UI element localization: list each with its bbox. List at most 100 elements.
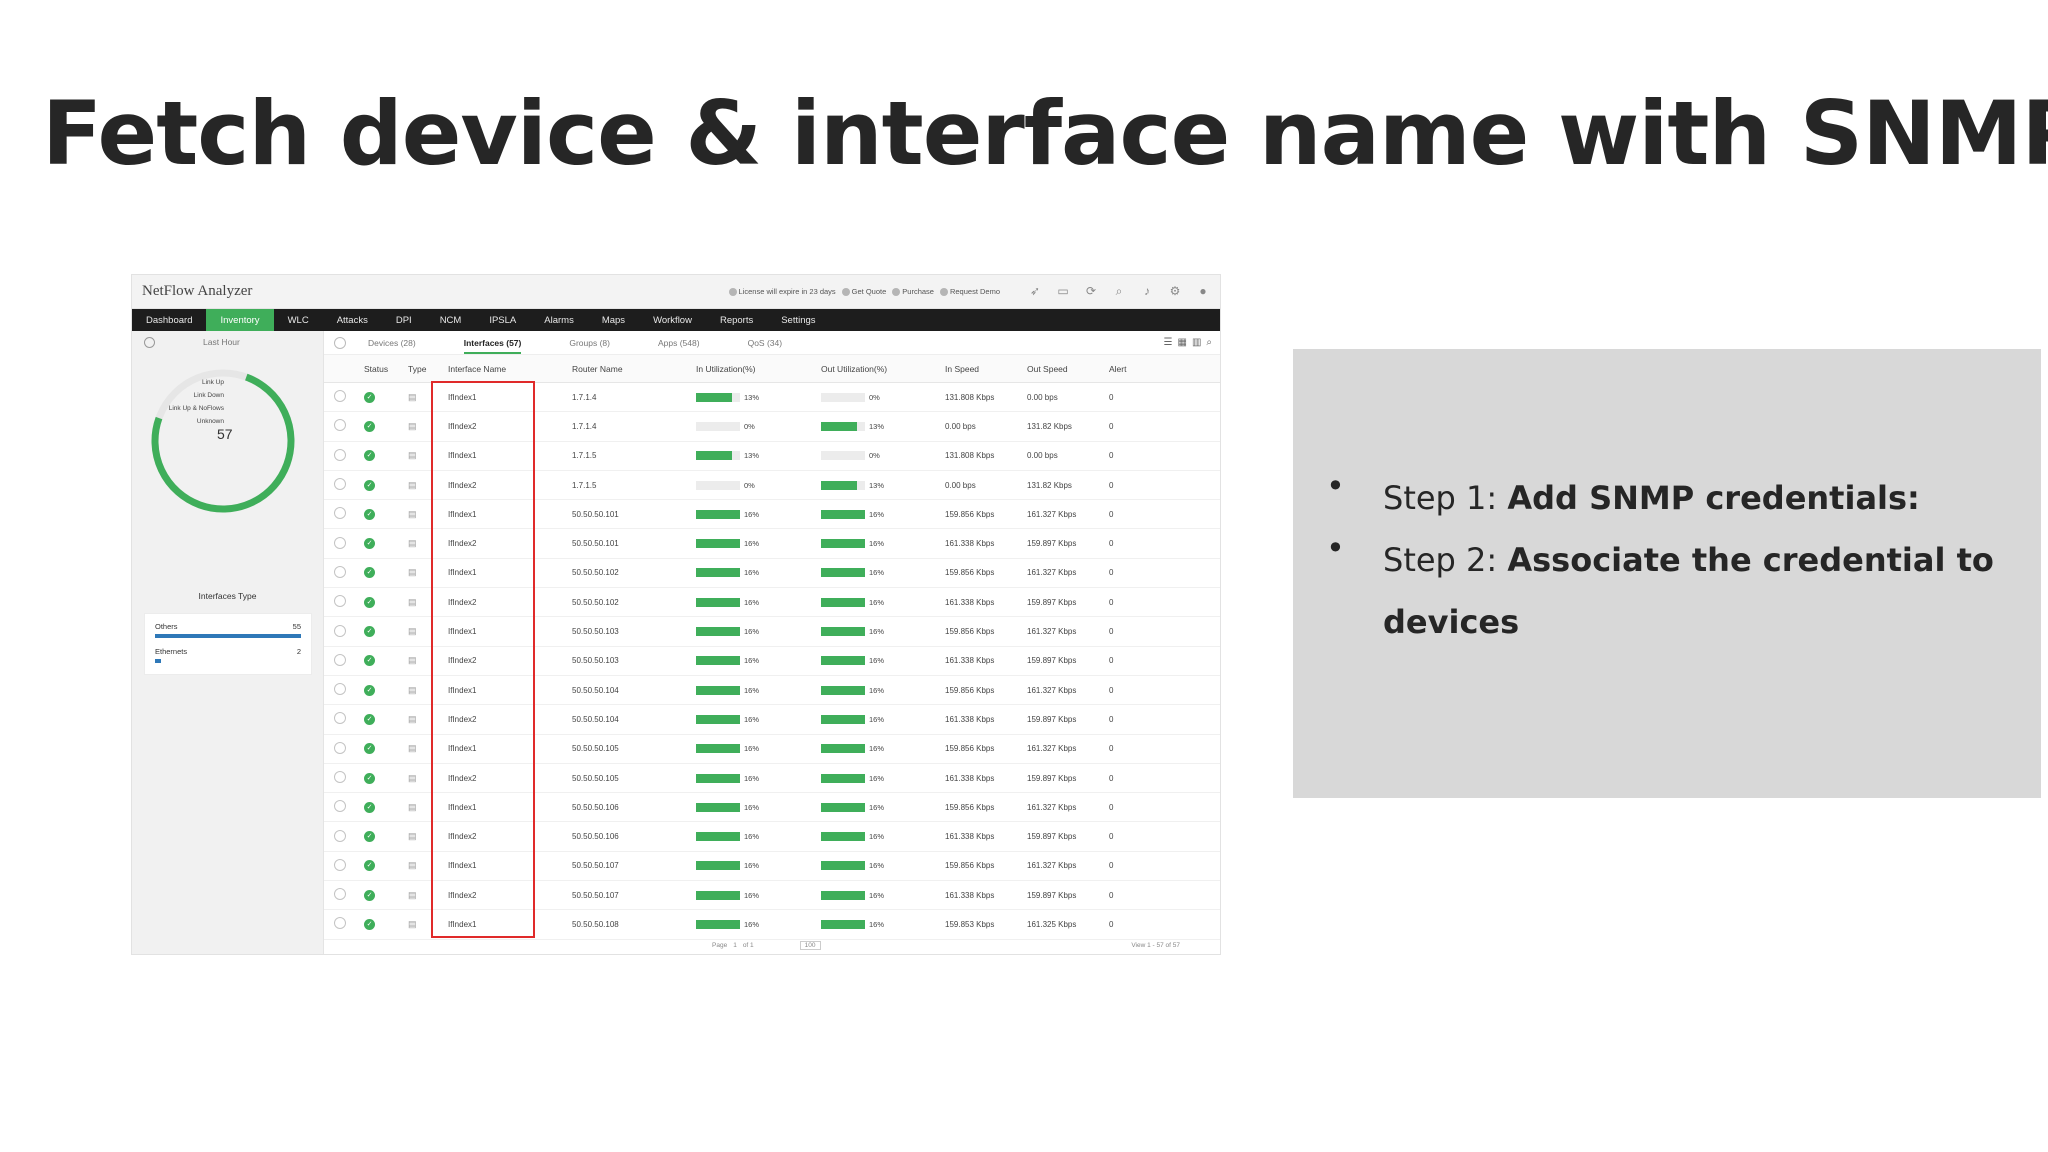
table-search-icon[interactable]: ⌕: [1206, 337, 1212, 348]
row-checkbox[interactable]: [334, 888, 346, 901]
tab-interfaces[interactable]: Interfaces (57): [463, 338, 522, 354]
row-checkbox[interactable]: [334, 712, 346, 725]
router-name[interactable]: 50.50.50.104: [572, 715, 696, 724]
utilization-value: 16%: [744, 714, 760, 724]
steps-box: • Step 1: Add SNMP credentials: • Step 2…: [1293, 349, 2041, 798]
user-icon[interactable]: ●: [1196, 284, 1210, 299]
tab-qos[interactable]: QoS (34): [748, 338, 783, 348]
gear-icon[interactable]: ⚙: [1168, 284, 1182, 299]
router-name[interactable]: 1.7.1.5: [572, 481, 696, 490]
column-header[interactable]: In Utilization(%): [696, 364, 821, 374]
nav-item-dashboard[interactable]: Dashboard: [132, 309, 206, 331]
router-name[interactable]: 50.50.50.101: [572, 510, 696, 519]
utilization-value: 16%: [869, 714, 885, 724]
column-header[interactable]: Interface Name: [448, 364, 572, 374]
router-name[interactable]: 50.50.50.106: [572, 803, 696, 812]
column-header[interactable]: Type: [398, 364, 448, 374]
tab-apps[interactable]: Apps (548): [658, 338, 700, 348]
nav-item-wlc[interactable]: WLC: [274, 309, 323, 331]
router-name[interactable]: 50.50.50.102: [572, 568, 696, 577]
page-input[interactable]: 1: [733, 942, 737, 949]
interface-type-icon: ▤: [408, 801, 417, 812]
router-name[interactable]: 50.50.50.102: [572, 598, 696, 607]
purchase-link[interactable]: Purchase: [892, 287, 934, 296]
time-range[interactable]: Last Hour: [132, 331, 323, 353]
row-checkbox[interactable]: [334, 478, 346, 491]
utilization-bar: [696, 509, 740, 519]
nav-item-reports[interactable]: Reports: [706, 309, 767, 331]
sync-icon[interactable]: ⟳: [1084, 284, 1098, 299]
utilization-bar: [696, 539, 740, 549]
row-checkbox[interactable]: [334, 917, 346, 930]
router-name[interactable]: 50.50.50.107: [572, 891, 696, 900]
row-checkbox[interactable]: [334, 565, 346, 578]
router-name[interactable]: 50.50.50.103: [572, 627, 696, 636]
router-name[interactable]: 50.50.50.101: [572, 539, 696, 548]
router-name[interactable]: 50.50.50.106: [572, 832, 696, 841]
alert-count: 0: [1109, 714, 1114, 724]
nav-item-ipsla[interactable]: IPSLA: [475, 309, 530, 331]
bell-icon[interactable]: ♪: [1140, 284, 1154, 299]
row-checkbox[interactable]: [334, 419, 346, 432]
column-header[interactable]: Status: [364, 364, 398, 374]
nav-item-attacks[interactable]: Attacks: [323, 309, 382, 331]
router-name[interactable]: 50.50.50.104: [572, 686, 696, 695]
tab-devices[interactable]: Devices (28): [368, 338, 416, 348]
row-checkbox[interactable]: [334, 536, 346, 549]
utilization-bar: [696, 392, 740, 402]
router-name[interactable]: 50.50.50.107: [572, 861, 696, 870]
router-name[interactable]: 1.7.1.4: [572, 422, 696, 431]
demo-icon: [939, 287, 948, 296]
router-name[interactable]: 50.50.50.103: [572, 656, 696, 665]
utilization-fill: [821, 597, 865, 607]
row-checkbox[interactable]: [334, 507, 346, 520]
row-checkbox[interactable]: [334, 829, 346, 842]
router-name[interactable]: 1.7.1.4: [572, 393, 696, 402]
row-checkbox[interactable]: [334, 390, 346, 403]
column-header[interactable]: Out Speed: [1027, 364, 1109, 374]
utilization-bar: [696, 919, 740, 929]
router-name[interactable]: 50.50.50.105: [572, 744, 696, 753]
nav-item-alarms[interactable]: Alarms: [530, 309, 588, 331]
row-checkbox[interactable]: [334, 653, 346, 666]
column-header[interactable]: In Speed: [945, 364, 1027, 374]
column-header[interactable]: Out Utilization(%): [821, 364, 945, 374]
column-header[interactable]: Router Name: [572, 364, 696, 374]
utilization-value: 16%: [744, 919, 760, 929]
row-checkbox[interactable]: [334, 624, 346, 637]
nav-item-workflow[interactable]: Workflow: [639, 309, 706, 331]
row-checkbox[interactable]: [334, 595, 346, 608]
select-all-checkbox[interactable]: [334, 336, 346, 349]
row-checkbox[interactable]: [334, 683, 346, 696]
nav-item-inventory[interactable]: Inventory: [206, 309, 274, 331]
row-checkbox[interactable]: [334, 858, 346, 871]
router-name[interactable]: 50.50.50.105: [572, 774, 696, 783]
row-checkbox[interactable]: [334, 741, 346, 754]
page-size-select[interactable]: 100: [799, 940, 821, 950]
router-name[interactable]: 50.50.50.108: [572, 920, 696, 929]
interfaces-type-box: Others 55 Ethernets 2: [144, 613, 312, 675]
license-link[interactable]: License will expire in 23 days: [728, 287, 836, 296]
row-checkbox[interactable]: [334, 448, 346, 461]
row-checkbox[interactable]: [334, 800, 346, 813]
rocket-icon[interactable]: ➶: [1028, 284, 1042, 299]
utilization-value: 13%: [869, 421, 885, 431]
column-header[interactable]: Alert: [1109, 364, 1149, 374]
router-name[interactable]: 1.7.1.5: [572, 451, 696, 460]
utilization-fill: [821, 802, 865, 812]
utilization-value: 16%: [744, 802, 760, 812]
nav-item-dpi[interactable]: DPI: [382, 309, 426, 331]
nav-item-settings[interactable]: Settings: [767, 309, 829, 331]
nav-item-maps[interactable]: Maps: [588, 309, 639, 331]
grid-view-icon[interactable]: ▦: [1177, 337, 1186, 348]
get-quote-link[interactable]: Get Quote: [841, 287, 886, 296]
chart-view-icon[interactable]: ▥: [1192, 337, 1201, 348]
utilization-value: 16%: [869, 919, 885, 929]
search-icon[interactable]: ⌕: [1112, 284, 1126, 299]
nav-item-ncm[interactable]: NCM: [426, 309, 476, 331]
list-view-icon[interactable]: ☰: [1164, 337, 1173, 348]
tab-groups[interactable]: Groups (8): [569, 338, 610, 348]
request-demo-link[interactable]: Request Demo: [939, 287, 1000, 296]
monitor-icon[interactable]: ▭: [1056, 284, 1070, 299]
row-checkbox[interactable]: [334, 771, 346, 783]
